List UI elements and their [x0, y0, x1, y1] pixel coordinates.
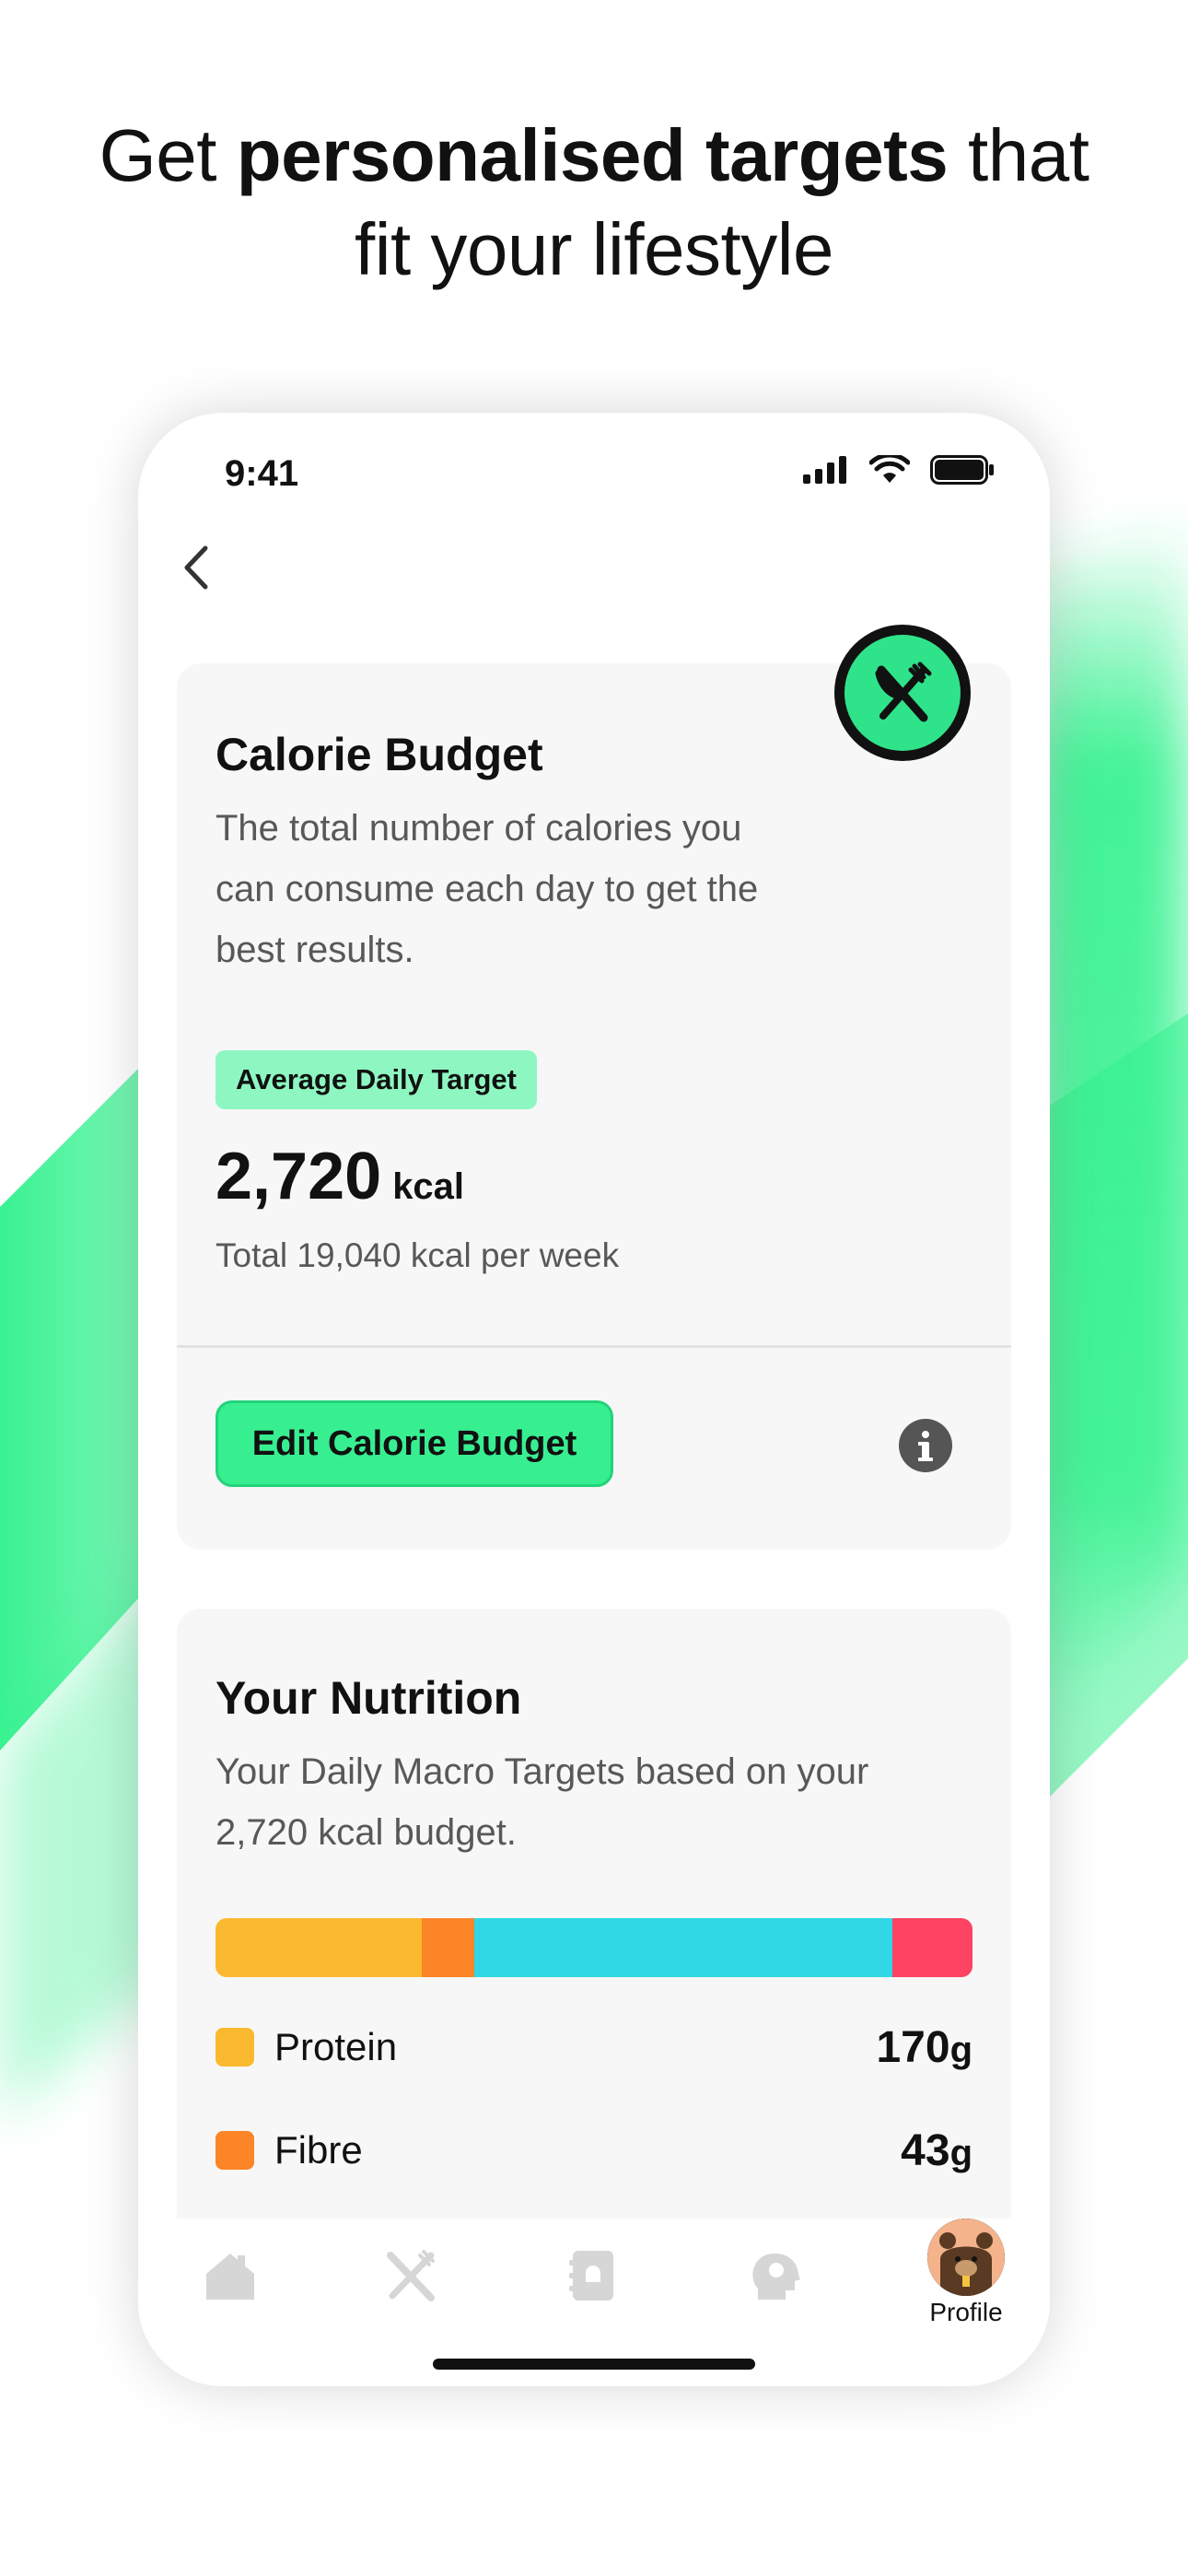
description-line: 2,720 kcal budget. — [215, 1812, 517, 1853]
macro-bar-segment — [215, 1918, 422, 1977]
description-line: best results. — [215, 930, 414, 970]
calorie-budget-card: Calorie Budget The total number of calor… — [177, 663, 1011, 1550]
fibre-swatch — [215, 2131, 254, 2170]
nutrition-card-description: Your Daily Macro Targets based on your 2… — [215, 1741, 868, 1863]
macro-row-fibre: Fibre 43g — [215, 2123, 973, 2178]
headline-pre: Get — [99, 114, 237, 196]
macro-value: 43g — [901, 2125, 973, 2176]
calorie-unit: kcal — [392, 1166, 465, 1207]
weekly-total: Total 19,040 kcal per week — [215, 1236, 620, 1274]
calorie-value-row: 2,720 kcal — [215, 1139, 464, 1214]
macro-row-protein: Protein 170g — [215, 2020, 973, 2075]
description-line: can consume each day to get the — [215, 869, 759, 909]
description-line: Your Daily Macro Targets based on your — [215, 1751, 869, 1792]
tab-recipes[interactable] — [556, 2239, 630, 2313]
recipe-book-icon — [569, 2251, 613, 2301]
info-icon[interactable] — [899, 1419, 952, 1472]
tab-food[interactable] — [374, 2239, 448, 2313]
headline-bold: personalised targets — [236, 114, 949, 196]
headline-line2: fit your lifestyle — [354, 208, 834, 290]
macro-bar-segment — [891, 1918, 973, 1977]
home-icon — [206, 2254, 254, 2300]
macro-unit: g — [949, 2029, 973, 2070]
headline-post: that — [948, 114, 1089, 196]
macro-name: Fibre — [274, 2128, 363, 2172]
phone-frame: 9:41 Calorie Budget The total number of … — [138, 413, 1050, 2386]
tab-home[interactable] — [193, 2239, 267, 2313]
cutlery-badge-inner — [844, 635, 961, 751]
nutrition-card-title: Your Nutrition — [215, 1672, 522, 1724]
bear-avatar-icon — [927, 2219, 1005, 2296]
wifi-icon — [869, 455, 910, 483]
head-icon — [752, 2253, 800, 2300]
macro-distribution-bar — [215, 1918, 973, 1977]
cutlery-icon — [387, 2250, 435, 2301]
edit-calorie-budget-button[interactable]: Edit Calorie Budget — [215, 1400, 613, 1487]
macro-unit: g — [949, 2132, 973, 2173]
tab-profile-label: Profile — [929, 2298, 1003, 2326]
cutlery-icon — [875, 662, 932, 722]
macro-bar-segment — [421, 1918, 475, 1977]
macro-number: 43 — [901, 2125, 950, 2175]
chevron-left-icon — [184, 545, 208, 590]
protein-swatch — [215, 2028, 254, 2067]
calorie-card-title: Calorie Budget — [215, 729, 543, 780]
status-icons — [803, 455, 995, 485]
divider — [177, 1345, 1011, 1348]
calorie-value: 2,720 — [215, 1140, 382, 1213]
macro-bar-segment — [474, 1918, 892, 1977]
signal-icon — [803, 456, 846, 484]
tab-mindset[interactable] — [739, 2239, 812, 2313]
info-glyph — [918, 1431, 933, 1461]
battery-icon — [930, 455, 994, 485]
average-daily-target-badge: Average Daily Target — [215, 1050, 537, 1109]
calorie-card-description: The total number of calories you can con… — [215, 798, 758, 980]
tab-profile[interactable]: Profile — [915, 2219, 1017, 2327]
headline: Get personalised targets that fit your l… — [0, 109, 1188, 297]
back-button[interactable] — [173, 538, 219, 597]
description-line: The total number of calories you — [215, 808, 742, 849]
status-time: 9:41 — [225, 453, 299, 494]
home-indicator[interactable] — [433, 2359, 755, 2370]
macro-value: 170g — [876, 2022, 973, 2073]
cutlery-badge-icon — [834, 625, 971, 761]
avatar — [927, 2219, 1005, 2296]
macro-number: 170 — [876, 2022, 950, 2072]
macro-name: Protein — [274, 2025, 398, 2068]
